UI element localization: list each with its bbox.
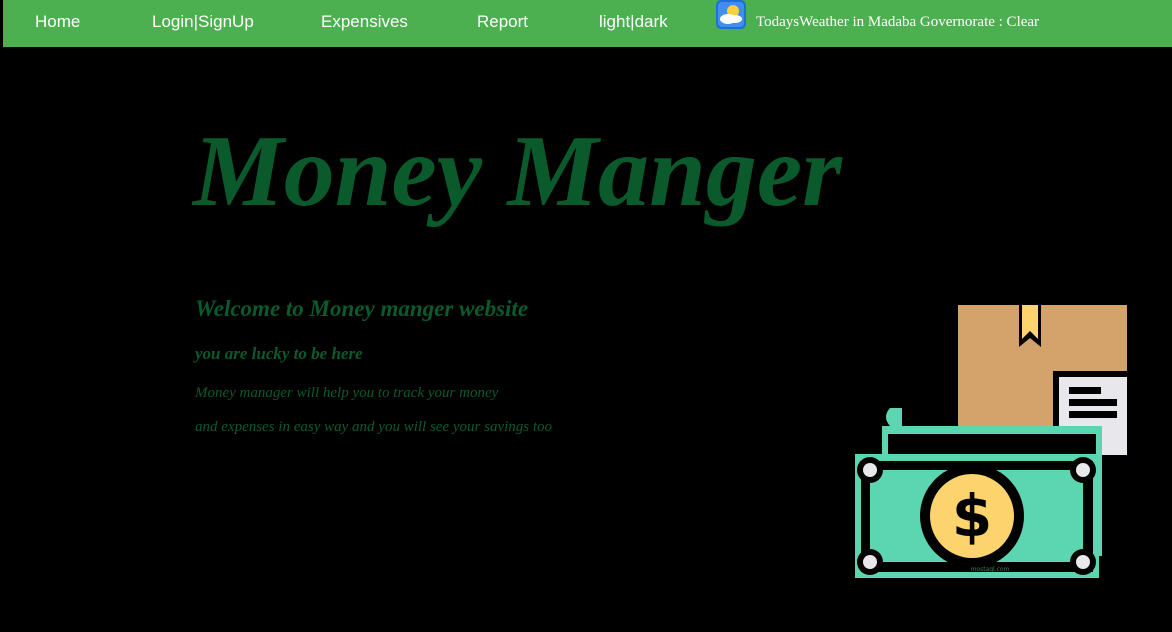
welcome-heading: Welcome to Money manger website bbox=[195, 296, 529, 321]
weather-status-text: TodaysWeather in Madaba Governorate : Cl… bbox=[756, 14, 1040, 30]
lucky-subheading: you are lucky to be here bbox=[195, 344, 363, 363]
weather-icon bbox=[716, 0, 746, 29]
nav-home-link[interactable]: Home bbox=[35, 12, 80, 32]
nav-expensives-link[interactable]: Expensives bbox=[321, 12, 408, 32]
money-box-illustration: $ bbox=[850, 300, 1132, 590]
nav-login-signup-link[interactable]: Login|SignUp bbox=[152, 12, 254, 32]
watermark-text: mostaql.com bbox=[970, 566, 1010, 573]
description-line-1: Money manager will help you to track you… bbox=[195, 385, 499, 401]
theme-toggle-link[interactable]: light|dark bbox=[599, 12, 668, 32]
page-title: Money Manger bbox=[193, 115, 842, 228]
description-line-2: and expenses in easy way and you will se… bbox=[195, 419, 553, 435]
top-navbar: Home Login|SignUp Expensives Report ligh… bbox=[3, 0, 1172, 47]
svg-text:$: $ bbox=[952, 482, 992, 550]
nav-report-link[interactable]: Report bbox=[477, 12, 528, 32]
